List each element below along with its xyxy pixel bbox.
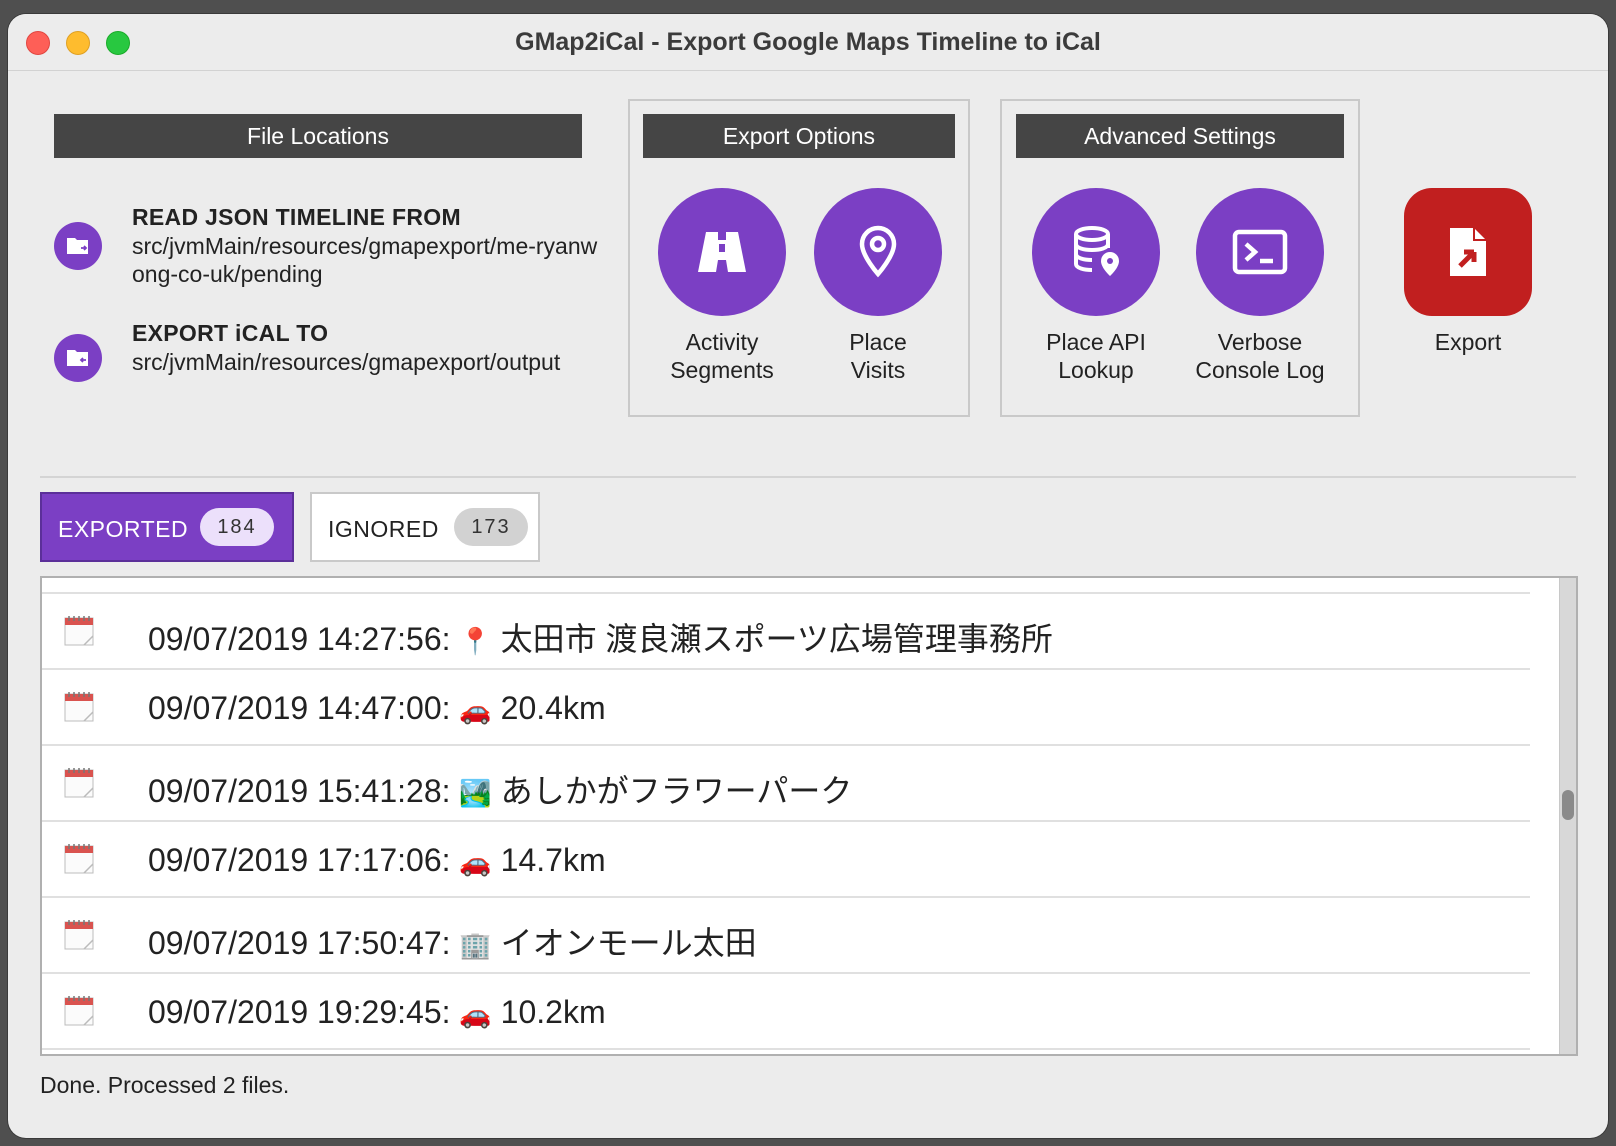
scrollbar-thumb[interactable] bbox=[1562, 790, 1574, 820]
list-item[interactable]: 09/07/2019 19:29:45: 🚗 10.2km bbox=[42, 974, 1530, 1050]
map-pin-icon bbox=[859, 225, 897, 278]
list-item-text: 09/07/2019 14:27:56: 📍 太田市 渡良瀬スポーツ広場管理事務… bbox=[148, 621, 1053, 657]
list-item-text: 09/07/2019 14:47:00: 🚗 20.4km bbox=[148, 690, 606, 726]
status-text: Done. Processed 2 files. bbox=[40, 1072, 290, 1098]
list-item-text: 09/07/2019 17:17:06: 🚗 14.7km bbox=[148, 842, 606, 878]
place-visits-toggle[interactable] bbox=[814, 188, 942, 316]
list-item-text: 09/07/2019 17:50:47: 🏢 イオンモール太田 bbox=[148, 925, 757, 961]
list-item-text: 09/07/2019 19:29:45: 🚗 10.2km bbox=[148, 994, 606, 1030]
export-location-path: src/jvmMain/resources/gmapexport/output bbox=[132, 349, 561, 375]
exported-count-badge: 184 bbox=[200, 508, 274, 546]
file-locations-header: File Locations bbox=[54, 114, 582, 158]
title-bar: GMap2iCal - Export Google Maps Timeline … bbox=[8, 14, 1608, 71]
activity-segments-label: Activity Segments bbox=[670, 329, 774, 383]
app-window: GMap2iCal - Export Google Maps Timeline … bbox=[8, 14, 1608, 1138]
export-button[interactable] bbox=[1404, 188, 1532, 316]
road-icon bbox=[698, 232, 746, 272]
place-api-lookup-label: Place API Lookup bbox=[1046, 329, 1146, 383]
list-scrollbar[interactable] bbox=[1559, 578, 1576, 1054]
export-location-label: EXPORT iCAL TO bbox=[132, 320, 329, 346]
export-options-header: Export Options bbox=[643, 114, 955, 158]
calendar-icon bbox=[64, 616, 94, 646]
list-item-partial bbox=[42, 578, 1530, 594]
list-item-partial bbox=[42, 1050, 1530, 1054]
list-item[interactable]: 09/07/2019 14:47:00: 🚗 20.4km bbox=[42, 670, 1530, 746]
folder-open-icon[interactable] bbox=[54, 222, 102, 270]
database-pin-icon bbox=[1074, 226, 1119, 276]
list-item[interactable]: 09/07/2019 14:27:56: 📍 太田市 渡良瀬スポーツ広場管理事務… bbox=[42, 594, 1530, 670]
tab-ignored-label: IGNORED bbox=[328, 516, 439, 542]
verbose-console-log-label: Verbose Console Log bbox=[1195, 329, 1325, 383]
tab-exported-label: EXPORTED bbox=[58, 516, 189, 542]
exported-events-list[interactable]: 09/07/2019 14:27:56: 📍 太田市 渡良瀬スポーツ広場管理事務… bbox=[40, 576, 1578, 1056]
calendar-icon bbox=[64, 996, 94, 1026]
calendar-icon bbox=[64, 844, 94, 874]
tab-ignored[interactable]: IGNORED 173 bbox=[310, 492, 540, 562]
list-item-text: 09/07/2019 15:41:28: 🏞️ あしかがフラワーパーク bbox=[148, 773, 853, 809]
verbose-console-log-toggle[interactable] bbox=[1196, 188, 1324, 316]
read-location-label: READ JSON TIMELINE FROM bbox=[132, 204, 461, 230]
calendar-icon bbox=[64, 692, 94, 722]
calendar-icon bbox=[64, 920, 94, 950]
place-visits-label: Place Visits bbox=[849, 329, 907, 383]
place-api-lookup-toggle[interactable] bbox=[1032, 188, 1160, 316]
calendar-icon bbox=[64, 768, 94, 798]
tab-exported[interactable]: EXPORTED 184 bbox=[40, 492, 294, 562]
terminal-icon bbox=[1232, 229, 1288, 275]
list-item[interactable]: 09/07/2019 17:50:47: 🏢 イオンモール太田 bbox=[42, 898, 1530, 974]
folder-save-icon[interactable] bbox=[54, 334, 102, 382]
read-location-path: src/jvmMain/resources/gmapexport/me-ryan… bbox=[132, 233, 598, 287]
ignored-count-badge: 173 bbox=[454, 508, 528, 546]
advanced-settings-header: Advanced Settings bbox=[1016, 114, 1344, 158]
list-item[interactable]: 09/07/2019 15:41:28: 🏞️ あしかがフラワーパーク bbox=[42, 746, 1530, 822]
window-title: GMap2iCal - Export Google Maps Timeline … bbox=[515, 28, 1101, 56]
divider bbox=[40, 476, 1576, 478]
export-label: Export bbox=[1434, 329, 1502, 355]
list-item[interactable]: 09/07/2019 17:17:06: 🚗 14.7km bbox=[42, 822, 1530, 898]
activity-segments-toggle[interactable] bbox=[658, 188, 786, 316]
file-export-icon bbox=[1450, 228, 1486, 276]
